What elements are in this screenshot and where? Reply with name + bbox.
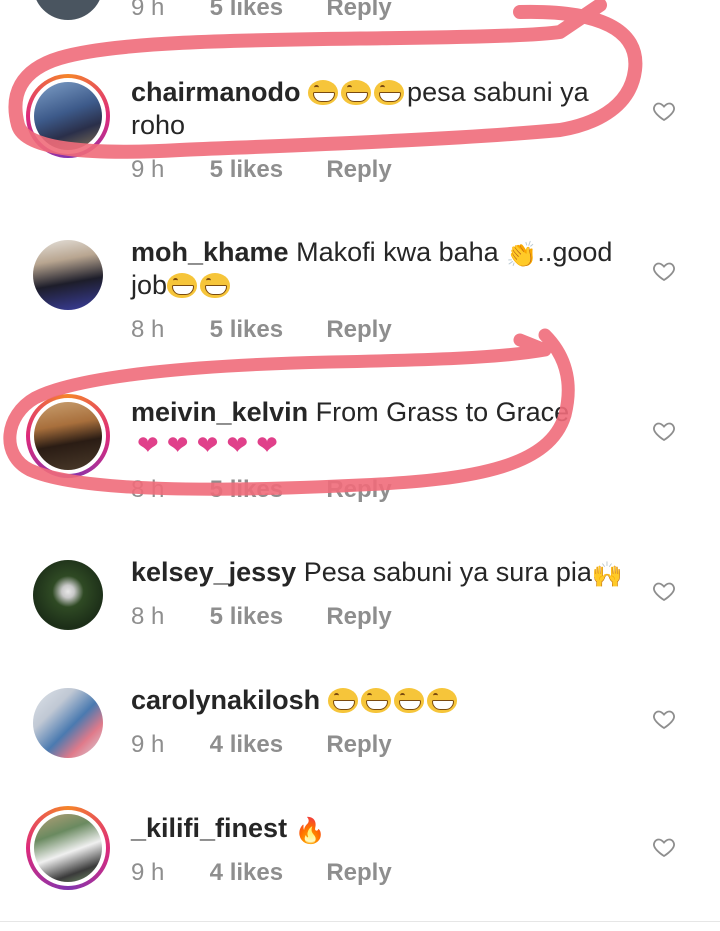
grinning-squinting-face-icon [327, 688, 358, 713]
reply-button[interactable]: Reply [326, 156, 391, 184]
grinning-squinting-face-icon [374, 80, 405, 105]
likes-count[interactable]: 5 likes [210, 156, 320, 184]
reply-button[interactable]: Reply [326, 316, 391, 344]
fire-icon: 🔥 [294, 817, 326, 845]
comment-time: 8 h [131, 316, 165, 343]
comment-time: 9 h [131, 0, 165, 21]
likes-count[interactable]: 5 likes [210, 0, 320, 22]
comment-meta: 8 h 5 likes Reply [131, 316, 392, 344]
heart-outline-icon[interactable] [652, 579, 676, 603]
comment-meta: 9 h 4 likes Reply [131, 731, 392, 759]
comment-username[interactable]: moh_khame [131, 237, 289, 267]
comment-time: 9 h [131, 859, 165, 886]
heart-outline-icon[interactable] [652, 835, 676, 859]
comment-username[interactable]: _kilifi_finest [131, 813, 287, 843]
likes-count[interactable]: 5 likes [210, 476, 320, 504]
avatar-photo [34, 814, 102, 882]
avatar-ring-gap [30, 398, 106, 474]
comment-meta: 8 h 5 likes Reply [131, 603, 392, 631]
likes-count[interactable]: 5 likes [210, 603, 320, 631]
comment-time: 9 h [131, 731, 165, 758]
heart-outline-icon[interactable] [652, 707, 676, 731]
comment-username[interactable]: carolynakilosh [131, 685, 320, 715]
likes-count[interactable]: 4 likes [210, 859, 320, 887]
reply-button[interactable]: Reply [326, 603, 391, 631]
reply-button[interactable]: Reply [326, 859, 391, 887]
grinning-squinting-face-icon [167, 273, 198, 298]
comment-meta: 8 h 5 likes Reply [131, 476, 392, 504]
comment-text: _kilifi_finest 🔥 [131, 812, 631, 845]
grinning-squinting-face-icon [360, 688, 391, 713]
heart-emoji-icon: ❤❤❤❤❤ [137, 430, 286, 460]
comment-text: moh_khame Makofi kwa baha 👏..good job [131, 236, 631, 302]
avatar[interactable] [26, 394, 110, 478]
heart-outline-icon[interactable] [652, 419, 676, 443]
grinning-squinting-face-icon [308, 80, 339, 105]
comment-username[interactable]: chairmanodo [131, 77, 301, 107]
comment-meta: 9 h 4 likes Reply [131, 859, 392, 887]
grinning-squinting-face-icon [341, 80, 372, 105]
comment-body: From Grass to Grace [315, 397, 570, 427]
reply-button[interactable]: Reply [326, 476, 391, 504]
grinning-squinting-face-icon [393, 688, 424, 713]
comment-username[interactable]: kelsey_jessy [131, 557, 296, 587]
grinning-squinting-face-icon [200, 273, 231, 298]
likes-count[interactable]: 5 likes [210, 316, 320, 344]
avatar-ring-gap [30, 810, 106, 886]
comment-text: carolynakilosh [131, 684, 631, 717]
comment-time: 9 h [131, 156, 165, 183]
reply-button[interactable]: Reply [326, 0, 391, 22]
avatar[interactable] [33, 0, 103, 20]
comment-time: 8 h [131, 476, 165, 503]
avatar-ring-gap [30, 78, 106, 154]
avatar[interactable] [33, 688, 103, 758]
comment-time: 8 h [131, 603, 165, 630]
avatar[interactable] [26, 806, 110, 890]
comment-body: Makofi kwa baha [296, 237, 499, 267]
comment-text: kelsey_jessy Pesa sabuni ya sura pia🙌 [131, 556, 631, 589]
comment-meta: 9 h 5 likes Reply [131, 0, 392, 22]
comment-text: meivin_kelvin From Grass to Grace ❤❤❤❤❤ [131, 396, 631, 462]
comment-meta: 9 h 5 likes Reply [131, 156, 392, 184]
likes-count[interactable]: 4 likes [210, 731, 320, 759]
comment-text: chairmanodo pesa sabuni ya roho [131, 76, 631, 142]
avatar-photo [34, 402, 102, 470]
avatar[interactable] [33, 560, 103, 630]
heart-outline-icon[interactable] [652, 99, 676, 123]
reply-button[interactable]: Reply [326, 731, 391, 759]
avatar[interactable] [26, 74, 110, 158]
clapping-hands-icon: 👏 [506, 241, 538, 269]
raising-hands-icon: 🙌 [591, 561, 624, 589]
comment-username[interactable]: meivin_kelvin [131, 397, 308, 427]
comment-body: Pesa sabuni ya sura pia [303, 557, 592, 587]
avatar[interactable] [33, 240, 103, 310]
divider [0, 921, 720, 922]
grinning-squinting-face-icon [426, 688, 457, 713]
avatar-photo [34, 82, 102, 150]
heart-outline-icon[interactable] [652, 259, 676, 283]
